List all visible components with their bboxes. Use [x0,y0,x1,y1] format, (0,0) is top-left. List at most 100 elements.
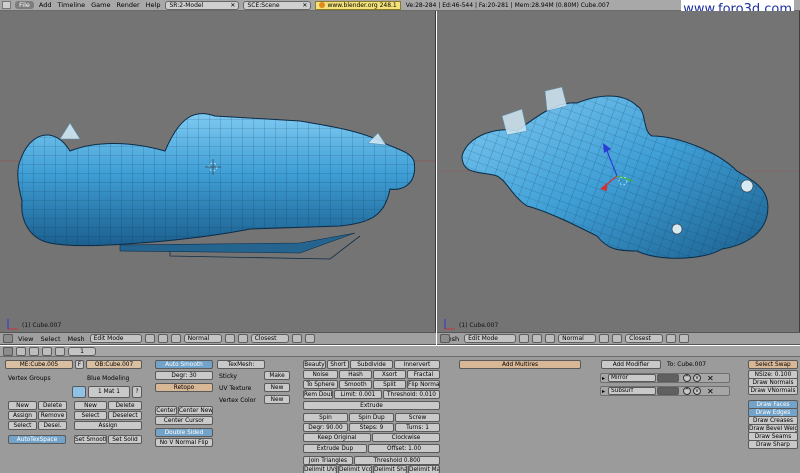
face-select-icon[interactable] [532,334,543,343]
menu-game[interactable]: Game [88,0,113,11]
vgroup-select-button[interactable]: Select [8,421,37,430]
delete-modifier-icon[interactable]: ✕ [707,374,714,383]
auto-smooth-degree-field[interactable]: Degr: 30 [155,371,213,380]
mesh-name-field[interactable]: ME:Cube.005 [5,360,73,369]
editing-context-icon[interactable] [3,346,13,356]
editor-type-icon[interactable] [2,1,11,9]
sticky-make-button[interactable]: Make [264,371,290,380]
render-icon[interactable] [304,334,315,343]
vertex-select-icon[interactable] [144,334,155,343]
layer-icon[interactable] [291,334,302,343]
remove-doubles-button[interactable]: Rem Doubl [303,390,333,399]
scene-context-icon[interactable] [55,346,65,356]
short-toggle[interactable]: Short [327,360,349,369]
modifier-mirror-name[interactable]: Mirror [608,374,656,382]
vgroup-remove-button[interactable]: Remove [38,411,67,420]
script-context-icon[interactable] [16,346,26,356]
pivot-selector[interactable]: Normal [558,334,597,343]
face-select-icon[interactable] [157,334,168,343]
close-icon[interactable]: ✕ [226,2,235,9]
center-button[interactable]: Center [155,406,177,415]
double-sided-toggle[interactable]: Double Sided [155,428,213,437]
object-name-field[interactable]: OB:Cube.007 [86,360,142,369]
proportional-edit-icon[interactable] [599,334,610,343]
menu-select[interactable]: Select [38,335,62,343]
smooth-button[interactable]: Smooth [339,380,372,389]
threshold-field[interactable]: Threshold: 0.010 [383,390,440,399]
keep-original-toggle[interactable]: Keep Original [303,433,371,442]
expand-arrow-icon[interactable]: ▸ [602,375,605,382]
frame-field[interactable]: 1 [68,346,96,356]
move-up-icon[interactable]: ^ [683,387,691,395]
join-threshold-field[interactable]: Threshold 0.800 [354,456,440,465]
vgroup-deselect-button[interactable]: Desel. [38,421,67,430]
layer-icon[interactable] [666,334,677,343]
edge-select-icon[interactable] [440,334,450,343]
screw-button[interactable]: Screw [395,413,440,422]
add-modifier-button[interactable]: Add Modifier [601,360,661,369]
offset-field[interactable]: Offset: 1.00 [368,444,440,453]
innervert-button[interactable]: Innervert [394,360,440,369]
mode-selector[interactable]: Edit Mode [89,334,142,343]
delimit-mat-toggle[interactable]: Delimit Mat [408,465,440,473]
add-multires-button[interactable]: Add Multires [459,360,581,369]
screen-selector[interactable]: SR:2-Model ✕ [165,0,240,10]
material-index-field[interactable]: 1 Mat 1 [88,386,130,398]
menu-view[interactable]: View [16,335,35,343]
edge-select-icon[interactable] [3,334,13,343]
mode-selector[interactable]: Edit Mode [464,334,517,343]
spin-button[interactable]: Spin [303,413,348,422]
xsort-button[interactable]: Xsort [373,370,406,379]
hash-button[interactable]: Hash [339,370,372,379]
menu-timeline[interactable]: Timeline [54,0,88,11]
viewport-right[interactable]: (1) Cube.007 [437,11,800,332]
clockwise-toggle[interactable]: Clockwise [372,433,440,442]
subdivide-button[interactable]: Subdivide [350,360,393,369]
retopo-toggle[interactable]: Retopo [155,383,213,392]
move-down-icon[interactable]: v [693,374,701,382]
menu-help[interactable]: Help [143,0,164,11]
draw-sharp-toggle[interactable]: Draw Sharp [748,440,798,449]
material-deselect-button[interactable]: Deselect [108,411,142,420]
snap-mode-selector[interactable]: Closest [625,334,664,343]
limit-field[interactable]: Limit: 0.001 [334,390,382,399]
render-icon[interactable] [679,334,690,343]
vertex-select-icon[interactable] [519,334,530,343]
extrude-button[interactable]: Extrude [303,401,440,410]
vgroup-assign-button[interactable]: Assign [8,411,37,420]
modifier-visibility-icons[interactable] [657,387,679,395]
center-new-button[interactable]: Center New [178,406,213,415]
set-solid-button[interactable]: Set Solid [108,435,142,444]
select-swap-button[interactable]: Select Swap [748,360,798,369]
join-triangles-button[interactable]: Join Triangles [303,456,353,465]
delimit-uvs-toggle[interactable]: Delimit UVs [303,465,337,473]
material-color-swatch[interactable] [72,386,86,398]
delimit-sharp-toggle[interactable]: Delimit Shar [373,465,407,473]
delete-modifier-icon[interactable]: ✕ [707,387,714,396]
modifier-subsurf-row[interactable]: ▸ Subsurf ^ v ✕ [600,386,730,396]
modifier-mirror-row[interactable]: ▸ Mirror ^ v ✕ [600,373,730,383]
scene-selector[interactable]: SCE:Scene ✕ [243,0,312,10]
modifier-visibility-icons[interactable] [657,374,679,382]
draw-vnormals-toggle[interactable]: Draw VNormals [748,386,798,395]
pivot-selector[interactable]: Normal [183,334,222,343]
turns-field[interactable]: Turns: 1 [395,423,440,432]
uv-texture-new-button[interactable]: New [264,383,290,392]
set-smooth-button[interactable]: Set Smooth [74,435,107,444]
limit-selection-icon[interactable] [545,334,556,343]
split-button[interactable]: Split [373,380,406,389]
delimit-vcol-toggle[interactable]: Delimit Vcol [338,465,372,473]
viewport-left[interactable]: (1) Cube.007 [0,11,436,332]
noise-button[interactable]: Noise [303,370,338,379]
modifier-subsurf-name[interactable]: Subsurf [608,387,656,395]
material-new-button[interactable]: New [74,401,107,410]
beauty-toggle[interactable]: Beauty [303,360,326,369]
vgroup-new-button[interactable]: New [8,401,37,410]
spin-dup-button[interactable]: Spin Dup [349,413,394,422]
object-context-icon[interactable] [42,346,52,356]
proportional-edit-icon[interactable] [224,334,235,343]
fake-user-button[interactable]: F [75,360,84,369]
snap-mode-selector[interactable]: Closest [250,334,289,343]
material-select-button[interactable]: Select [74,411,107,420]
material-help-button[interactable]: ? [132,386,142,398]
